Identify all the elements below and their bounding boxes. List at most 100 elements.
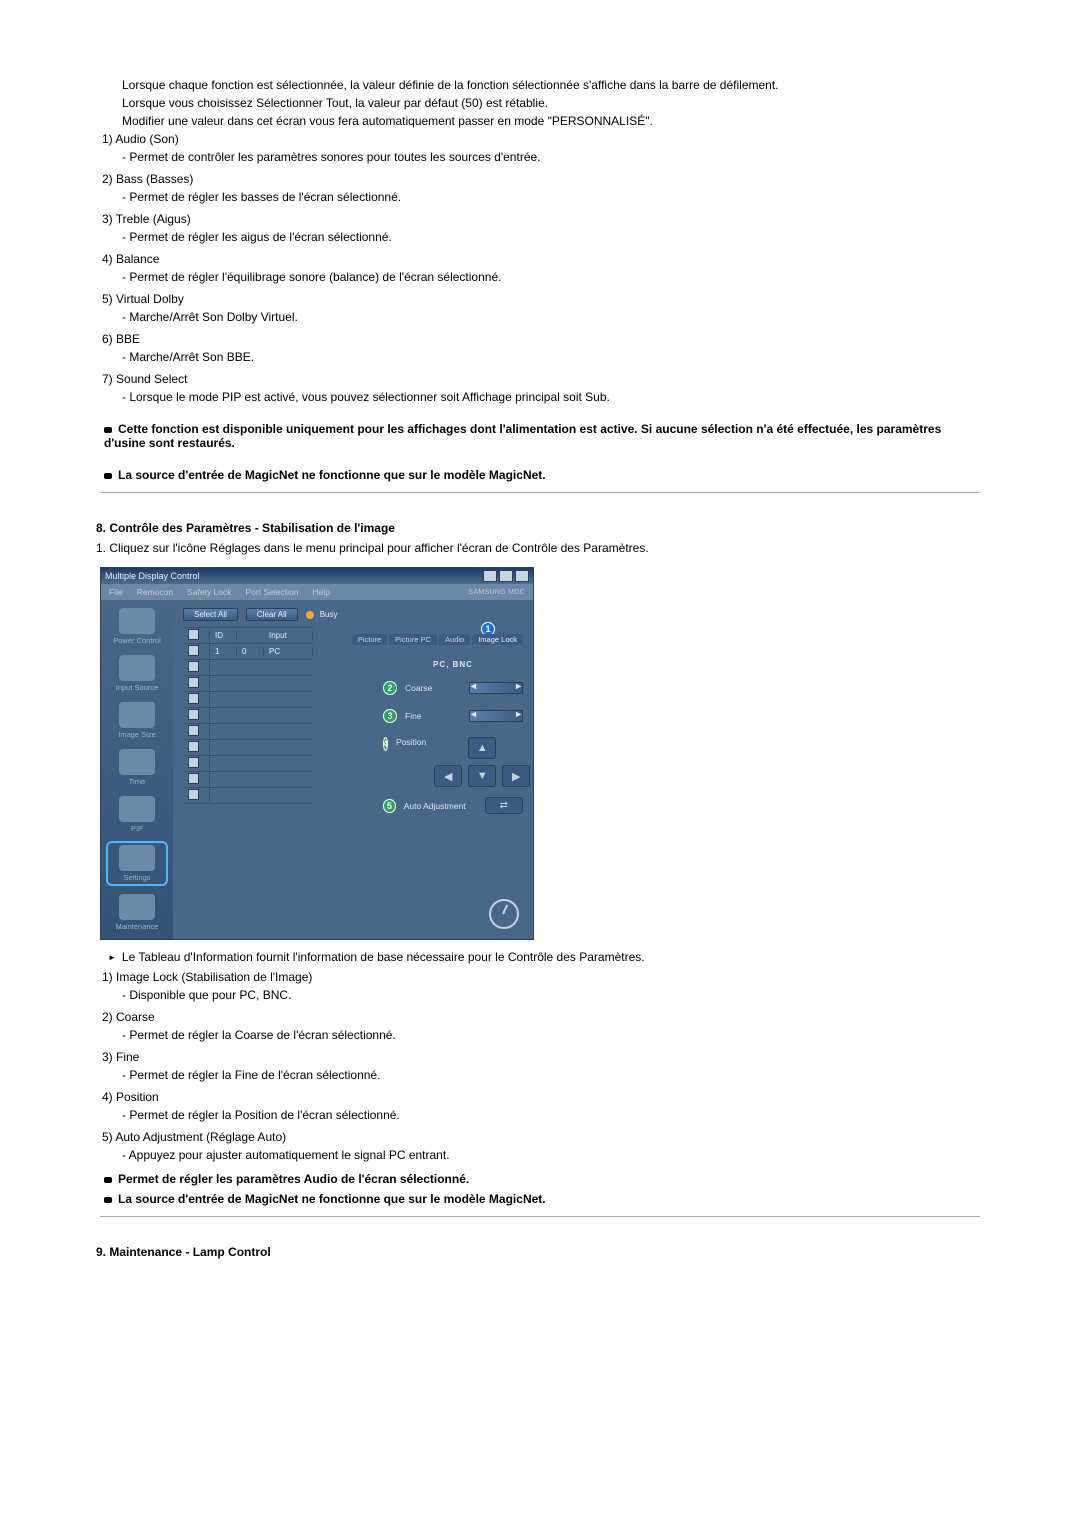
menu-safety-lock[interactable]: Safety Lock xyxy=(187,587,231,597)
grid-cell-id: 1 xyxy=(210,647,237,656)
note-3: Permet de régler les paramètres Audio de… xyxy=(104,1172,980,1186)
info-arrow-note: Le Tableau d'Information fournit l'infor… xyxy=(108,950,980,964)
item-num: 2) xyxy=(96,1010,113,1024)
item-num: 1) xyxy=(96,970,113,984)
image-size-icon xyxy=(119,702,155,728)
menu-file[interactable]: File xyxy=(109,587,123,597)
menu-remocon[interactable]: Remocon xyxy=(137,587,173,597)
row-check[interactable] xyxy=(188,773,199,784)
row-check[interactable] xyxy=(188,645,199,656)
row-check[interactable] xyxy=(188,709,199,720)
item-num: 2) xyxy=(96,172,113,186)
list-image-lock: 1) Image Lock (Stabilisation de l'Image)… xyxy=(100,970,980,1162)
item-title: Virtual Dolby xyxy=(116,292,184,306)
tabs: Picture Picture PC Audio Image Lock xyxy=(352,634,523,645)
sidebar-input-source[interactable]: Input Source xyxy=(110,655,164,692)
time-icon xyxy=(119,749,155,775)
grid-row[interactable]: 1 0 PC xyxy=(183,644,313,660)
image-lock-panel: PC, BNC 2 Coarse 3 Fine 4 Position xyxy=(383,660,523,814)
item-num: 3) xyxy=(96,212,113,226)
check-all[interactable] xyxy=(188,629,199,640)
item-desc: - Permet de régler l'équilibrage sonore … xyxy=(122,270,980,284)
row-check[interactable] xyxy=(188,677,199,688)
item-desc: - Permet de contrôler les paramètres son… xyxy=(122,150,980,164)
item-num: 7) xyxy=(96,372,113,386)
close-icon[interactable] xyxy=(515,570,529,582)
item-desc: - Lorsque le mode PIP est activé, vous p… xyxy=(122,390,980,404)
item-num: 4) xyxy=(96,252,113,266)
select-all-button[interactable]: Select All xyxy=(183,608,238,621)
section-8-title: 8. Contrôle des Paramètres - Stabilisati… xyxy=(96,521,980,535)
tab-audio[interactable]: Audio xyxy=(439,634,470,645)
note-1: Cette fonction est disponible uniquement… xyxy=(104,422,980,450)
item-desc: - Marche/Arrêt Son Dolby Virtuel. xyxy=(122,310,980,324)
position-right-button[interactable]: ▶ xyxy=(502,765,530,787)
sidebar-power-control[interactable]: Power Control xyxy=(110,608,164,645)
item-title: Balance xyxy=(116,252,159,266)
item-desc: - Permet de régler les aigus de l'écran … xyxy=(122,230,980,244)
menubar: File Remocon Safety Lock Port Selection … xyxy=(101,584,533,600)
tab-image-lock[interactable]: Image Lock xyxy=(472,634,523,645)
grid-cell-input: PC xyxy=(264,647,313,656)
position-down-button[interactable]: ▼ xyxy=(468,765,496,787)
brand-label: SAMSUNG MDC xyxy=(468,589,525,596)
item-title: Bass (Basses) xyxy=(116,172,193,186)
separator-2 xyxy=(100,1216,980,1217)
clear-all-button[interactable]: Clear All xyxy=(246,608,298,621)
fine-slider[interactable] xyxy=(469,710,523,722)
sidebar-settings[interactable]: Settings xyxy=(108,843,166,884)
position-up-button[interactable]: ▲ xyxy=(468,737,496,759)
power-icon xyxy=(119,608,155,634)
row-check[interactable] xyxy=(188,661,199,672)
item-title: Position xyxy=(116,1090,159,1104)
item-num: 3) xyxy=(96,1050,113,1064)
sidebar-image-size[interactable]: Image Size xyxy=(110,702,164,739)
menu-port-selection[interactable]: Port Selection xyxy=(246,587,299,597)
row-check[interactable] xyxy=(188,693,199,704)
item-desc: - Permet de régler la Coarse de l'écran … xyxy=(122,1028,980,1042)
item-desc: - Appuyez pour ajuster automatiquement l… xyxy=(122,1148,980,1162)
menu-help[interactable]: Help xyxy=(312,587,329,597)
pip-icon xyxy=(119,796,155,822)
minimize-icon[interactable] xyxy=(483,570,497,582)
sidebar-label: Time xyxy=(129,777,145,786)
sidebar-pip[interactable]: PIP xyxy=(110,796,164,833)
maintenance-icon xyxy=(119,894,155,920)
list-audio: 1) Audio (Son) - Permet de contrôler les… xyxy=(100,132,980,404)
callout-marker-5: 5 xyxy=(383,799,396,813)
position-pad: ▲ ◀ ▼ ▶ xyxy=(434,737,530,787)
item-title: Auto Adjustment (Réglage Auto) xyxy=(115,1130,286,1144)
settings-icon xyxy=(119,845,155,871)
item-num: 6) xyxy=(96,332,113,346)
callout-marker-2: 2 xyxy=(383,681,397,695)
loading-spinner-icon xyxy=(489,899,519,929)
sidebar-maintenance[interactable]: Maintenance xyxy=(110,894,164,931)
section-9-title: 9. Maintenance - Lamp Control xyxy=(96,1245,980,1259)
row-check[interactable] xyxy=(188,741,199,752)
item-title: Coarse xyxy=(116,1010,155,1024)
display-grid: ID Input 1 0 PC xyxy=(183,627,313,804)
section-8-step: 1. Cliquez sur l'icône Réglages dans le … xyxy=(96,541,980,555)
row-check[interactable] xyxy=(188,725,199,736)
row-check[interactable] xyxy=(188,757,199,768)
maximize-icon[interactable] xyxy=(499,570,513,582)
grid-head-id: ID xyxy=(210,631,237,640)
position-left-button[interactable]: ◀ xyxy=(434,765,462,787)
tab-picture[interactable]: Picture xyxy=(352,634,387,645)
tab-picture-pc[interactable]: Picture PC xyxy=(389,634,437,645)
sidebar-time[interactable]: Time xyxy=(110,749,164,786)
note-2: La source d'entrée de MagicNet ne foncti… xyxy=(104,468,980,482)
item-title: BBE xyxy=(116,332,140,346)
sidebar-label: Input Source xyxy=(116,683,159,692)
note-4: La source d'entrée de MagicNet ne foncti… xyxy=(104,1192,980,1206)
coarse-slider[interactable] xyxy=(469,682,523,694)
intro-line-3: Modifier une valeur dans cet écran vous … xyxy=(122,114,980,128)
item-desc: - Permet de régler la Fine de l'écran sé… xyxy=(122,1068,980,1082)
row-check[interactable] xyxy=(188,789,199,800)
window-buttons xyxy=(483,570,529,582)
item-num: 1) xyxy=(96,132,113,146)
sidebar-label: Image Size xyxy=(118,730,156,739)
auto-adjust-button[interactable]: ⇄ xyxy=(485,797,523,814)
titlebar: Multiple Display Control xyxy=(101,568,533,584)
sidebar-label: PIP xyxy=(131,824,143,833)
